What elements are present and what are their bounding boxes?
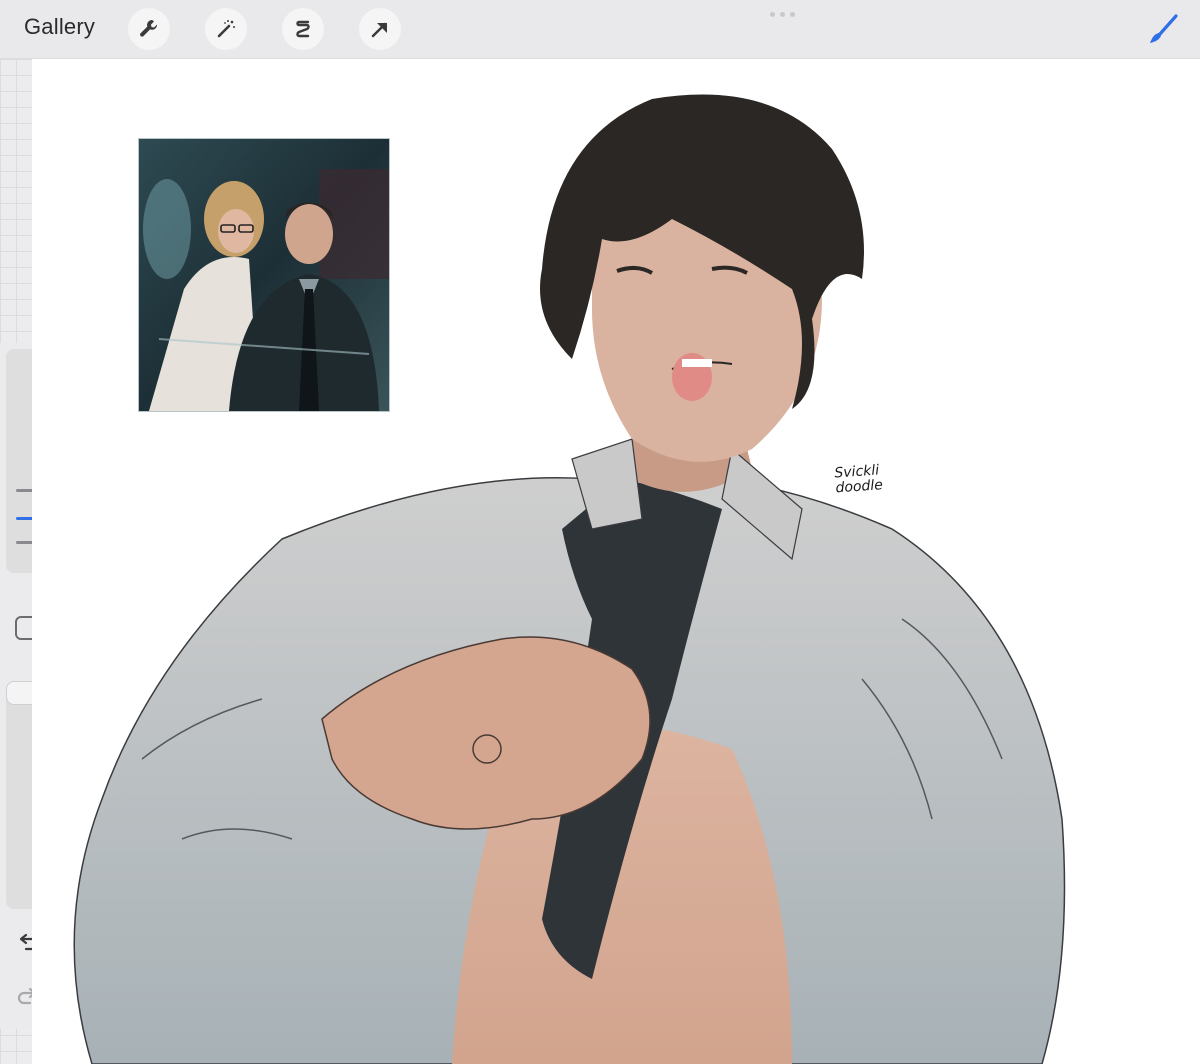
grip-dot [780, 12, 785, 17]
brush-icon [1150, 14, 1178, 43]
artwork-drawing [73, 94, 1066, 1064]
selection-button[interactable] [282, 8, 324, 50]
gallery-button[interactable]: Gallery [24, 14, 95, 40]
grip-dot [790, 12, 795, 17]
brush-tool-button[interactable] [1142, 10, 1182, 50]
grip-dot [770, 12, 775, 17]
artist-signature: Svickli doodle [834, 462, 906, 496]
magic-wand-icon [217, 20, 235, 38]
transform-button[interactable] [359, 8, 401, 50]
wrench-icon [140, 20, 158, 37]
drawing-canvas[interactable]: Svickli doodle [32, 59, 1200, 1064]
top-toolbar: Gallery [0, 0, 1200, 59]
selection-s-icon [296, 20, 310, 38]
actions-button[interactable] [128, 8, 170, 50]
transform-arrow-icon [371, 22, 387, 38]
adjustments-button[interactable] [205, 8, 247, 50]
drag-grip[interactable] [770, 12, 795, 17]
